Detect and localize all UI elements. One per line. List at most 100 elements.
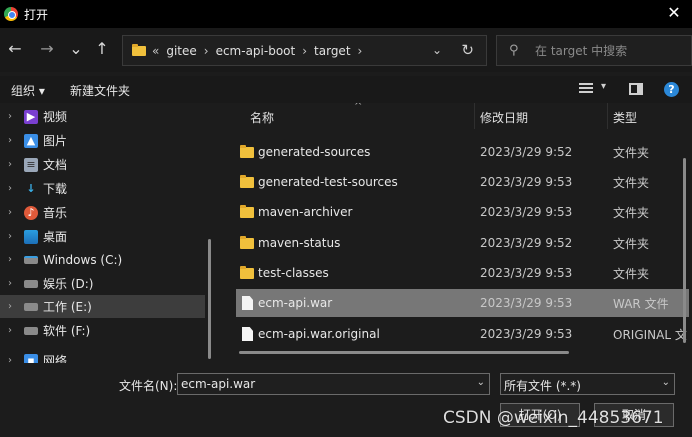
expand-chevron-icon[interactable]: › — [8, 183, 20, 194]
music-icon: ♪ — [24, 205, 38, 220]
horizontal-scrollbar[interactable] — [239, 351, 569, 354]
column-divider[interactable] — [607, 103, 608, 129]
expand-chevron-icon[interactable]: › — [8, 254, 20, 265]
sidebar-item-pictures[interactable]: › ▲ 图片 — [0, 129, 205, 152]
file-row[interactable]: generated-test-sources 2023/3/29 9:53 文件… — [236, 168, 689, 196]
expand-chevron-icon[interactable]: › — [8, 278, 20, 289]
file-type: 文件夹 — [613, 175, 650, 190]
address-bar[interactable]: « gitee › ecm-api-boot › target › ⌄ ↻ — [122, 35, 487, 66]
forward-button[interactable]: → — [37, 39, 57, 59]
close-button[interactable]: ✕ — [666, 5, 682, 21]
address-dropdown-icon[interactable]: ⌄ — [432, 43, 442, 57]
file-row[interactable]: maven-status 2023/3/29 9:52 文件夹 — [236, 229, 689, 257]
breadcrumb-separator-icon[interactable]: › — [204, 44, 209, 58]
chevron-down-icon[interactable]: ⌄ — [477, 377, 485, 388]
expand-chevron-icon[interactable]: › — [8, 111, 20, 122]
sidebar-item-label: 下载 — [43, 182, 68, 196]
breadcrumb-ecm-api-boot[interactable]: ecm-api-boot — [216, 44, 296, 58]
new-folder-button[interactable]: 新建文件夹 — [70, 82, 130, 99]
file-type: 文件夹 — [613, 266, 650, 281]
file-name: maven-status — [258, 236, 341, 250]
overflow-chevron-icon[interactable]: « — [152, 44, 159, 58]
expand-chevron-icon[interactable]: › — [8, 325, 20, 336]
file-name: test-classes — [258, 266, 329, 280]
folder-icon — [240, 235, 254, 249]
file-row[interactable]: test-classes 2023/3/29 9:53 文件夹 — [236, 259, 689, 287]
help-icon[interactable]: ? — [664, 82, 679, 97]
filename-input[interactable]: ecm-api.war ⌄ — [177, 373, 490, 395]
sidebar-item-videos[interactable]: › ▶ 视频 — [0, 105, 205, 128]
file-date: 2023/3/29 9:53 — [480, 175, 573, 189]
file-list: ^ 名称 修改日期 类型 generated-sources 2023/3/29… — [222, 103, 692, 363]
filename-value: ecm-api.war — [181, 377, 256, 391]
drive-icon — [24, 302, 38, 311]
expand-chevron-icon[interactable]: › — [8, 301, 20, 312]
breadcrumb-separator-icon[interactable]: › — [358, 44, 363, 58]
filetype-value: 所有文件 (*.*) — [504, 379, 581, 393]
folder-icon — [132, 43, 146, 56]
documents-icon: ≡ — [24, 157, 38, 172]
sidebar-item-drive-d[interactable]: › 娱乐 (D:) — [0, 272, 205, 295]
sidebar-item-network[interactable]: › ▪ 网络 — [0, 349, 205, 363]
file-row-selected[interactable]: ecm-api.war 2023/3/29 9:53 WAR 文件 — [236, 289, 689, 317]
breadcrumb-gitee[interactable]: gitee — [166, 44, 196, 58]
sidebar-item-label: 桌面 — [43, 230, 68, 244]
folder-icon — [240, 204, 254, 218]
title-bar: 打开 ✕ — [0, 0, 692, 28]
sidebar-item-desktop[interactable]: › 桌面 — [0, 225, 205, 248]
sidebar-item-label: 音乐 — [43, 206, 68, 220]
file-row[interactable]: maven-archiver 2023/3/29 9:53 文件夹 — [236, 198, 689, 226]
sidebar-item-documents[interactable]: › ≡ 文档 — [0, 153, 205, 176]
expand-chevron-icon[interactable]: › — [8, 159, 20, 170]
pictures-icon: ▲ — [24, 133, 38, 148]
filetype-select[interactable]: 所有文件 (*.*) ⌄ — [500, 373, 675, 395]
sidebar-item-downloads[interactable]: › ↓ 下载 — [0, 177, 205, 200]
column-header-type[interactable]: 类型 — [613, 109, 637, 126]
expand-chevron-icon[interactable]: › — [8, 207, 20, 218]
file-name: ecm-api.war — [258, 296, 333, 310]
view-list-icon[interactable] — [579, 83, 593, 95]
chevron-down-icon[interactable]: ⌄ — [662, 377, 670, 388]
sidebar-item-music[interactable]: › ♪ 音乐 — [0, 201, 205, 224]
back-button[interactable]: ← — [5, 39, 25, 59]
vertical-scrollbar[interactable] — [683, 158, 686, 343]
file-name: maven-archiver — [258, 205, 353, 219]
organize-button[interactable]: 组织 ▾ — [11, 82, 45, 99]
file-date: 2023/3/29 9:53 — [480, 205, 573, 219]
file-type: 文件夹 — [613, 205, 650, 220]
expand-chevron-icon[interactable]: › — [8, 231, 20, 242]
breadcrumb-separator-icon[interactable]: › — [302, 44, 307, 58]
file-name: generated-test-sources — [258, 175, 398, 189]
sidebar-item-drive-c[interactable]: › Windows (C:) — [0, 248, 205, 271]
sidebar-item-drive-f[interactable]: › 软件 (F:) — [0, 319, 205, 342]
view-dropdown-icon[interactable]: ▾ — [601, 81, 606, 92]
file-date: 2023/3/29 9:53 — [480, 327, 573, 341]
file-row[interactable]: generated-sources 2023/3/29 9:52 文件夹 — [236, 138, 689, 166]
file-row[interactable]: ecm-api.war.original 2023/3/29 9:53 ORIG… — [236, 320, 689, 348]
drive-icon — [24, 279, 38, 288]
column-header-date[interactable]: 修改日期 — [480, 109, 528, 126]
sidebar-item-drive-e[interactable]: › 工作 (E:) — [0, 295, 205, 318]
navigation-bar: ← → ⌄ ↑ « gitee › ecm-api-boot › target … — [0, 28, 692, 72]
refresh-icon[interactable]: ↻ — [461, 41, 474, 59]
downloads-icon: ↓ — [26, 181, 36, 195]
command-toolbar: 组织 ▾ 新建文件夹 ▾ ? — [0, 76, 692, 103]
search-input[interactable]: ⚲ 在 target 中搜索 — [496, 35, 692, 66]
file-type: ORIGINAL 文 — [613, 327, 687, 342]
sidebar-scrollbar[interactable] — [208, 239, 211, 359]
search-icon: ⚲ — [509, 43, 519, 58]
file-type: 文件夹 — [613, 145, 650, 160]
csdn-watermark: CSDN @weixin_44853671 — [443, 408, 664, 428]
breadcrumb-target[interactable]: target — [314, 44, 351, 58]
up-button[interactable]: ↑ — [92, 39, 112, 59]
expand-chevron-icon[interactable]: › — [8, 135, 20, 146]
desktop-icon — [24, 229, 38, 244]
preview-pane-icon[interactable] — [629, 83, 643, 95]
column-divider[interactable] — [474, 103, 475, 129]
recent-locations-button[interactable]: ⌄ — [66, 39, 86, 59]
file-type: WAR 文件 — [613, 296, 669, 311]
expand-chevron-icon[interactable]: › — [8, 355, 20, 363]
folder-icon — [240, 265, 254, 279]
column-header-name[interactable]: 名称 — [250, 109, 274, 126]
drive-icon — [24, 326, 38, 335]
